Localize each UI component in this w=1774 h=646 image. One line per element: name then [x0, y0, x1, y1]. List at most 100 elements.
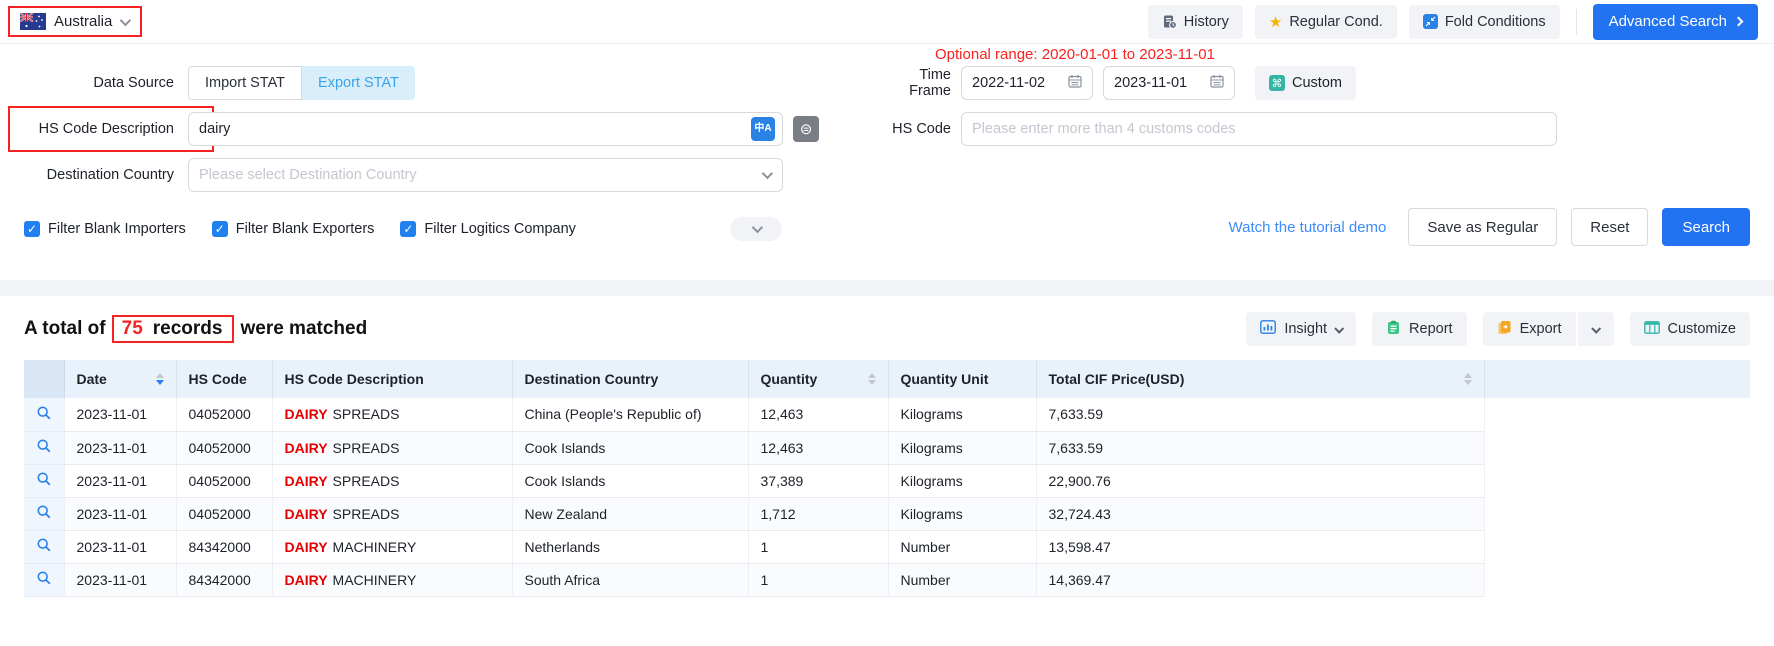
cell-quantity-unit: Kilograms [888, 497, 1036, 530]
customize-label: Customize [1668, 321, 1737, 337]
destination-country-select[interactable]: Please select Destination Country [188, 158, 783, 192]
header-quantity-unit: Quantity Unit [888, 360, 1036, 398]
collapse-conditions-toggle[interactable] [730, 217, 782, 241]
cell-date: 2023-11-01 [64, 398, 176, 431]
regular-cond-label: Regular Cond. [1289, 14, 1383, 30]
region-label: Australia [54, 13, 112, 30]
sort-caret-icons[interactable] [868, 373, 876, 385]
insight-button[interactable]: Insight [1246, 312, 1356, 346]
filters-row: ✓ Filter Blank Importers ✓ Filter Blank … [24, 210, 1750, 248]
header-quantity-label: Quantity [761, 371, 818, 387]
time-frame-block: Time Frame 2022-11-02 2023-11-01 ⌘ Custo… [879, 66, 1356, 100]
insight-bi-icon [1260, 320, 1276, 338]
chevron-down-icon [120, 14, 131, 25]
end-date-value: 2023-11-01 [1114, 75, 1187, 91]
export-icon [1497, 320, 1512, 339]
table-header: Date HS Code HS Code Description Destina… [24, 360, 1750, 398]
checkbox-checked-icon: ✓ [400, 221, 416, 237]
magnifier-icon[interactable] [36, 438, 52, 454]
fuzzy-match-toggle[interactable]: ⊜ [793, 116, 819, 142]
custom-label: Custom [1292, 75, 1342, 91]
summary-suffix: were matched [240, 318, 367, 340]
section-separator [0, 280, 1774, 296]
region-selector[interactable]: Australia [8, 6, 142, 37]
tutorial-demo-link[interactable]: Watch the tutorial demo [1229, 219, 1387, 236]
translate-icon[interactable]: 中A [751, 117, 775, 141]
fold-icon [1423, 14, 1438, 29]
table-row: 2023-11-01 04052000 DAIRYSPREADS China (… [24, 398, 1750, 431]
hs-code-description-wrap: 中A [188, 112, 783, 146]
export-button-group: Export [1483, 312, 1614, 346]
cell-total-cif-price: 32,724.43 [1036, 497, 1484, 530]
cell-hs-code: 84342000 [176, 530, 272, 563]
import-stat-option[interactable]: Import STAT [188, 66, 302, 100]
start-date-input[interactable]: 2022-11-02 [961, 66, 1093, 100]
cell-description: DAIRYMACHINERY [272, 563, 512, 596]
table-row: 2023-11-01 84342000 DAIRYMACHINERY South… [24, 563, 1750, 596]
cell-destination-country: South Africa [512, 563, 748, 596]
end-date-input[interactable]: 2023-11-01 [1103, 66, 1235, 100]
header-quantity[interactable]: Quantity [748, 360, 888, 398]
custom-range-button[interactable]: ⌘ Custom [1255, 66, 1356, 100]
regular-cond-button[interactable]: ★ Regular Cond. [1255, 5, 1397, 39]
custom-icon: ⌘ [1269, 75, 1285, 91]
checkbox-checked-icon: ✓ [24, 221, 40, 237]
table-row: 2023-11-01 04052000 DAIRYSPREADS New Zea… [24, 497, 1750, 530]
export-stat-option[interactable]: Export STAT [302, 66, 415, 100]
magnifier-icon[interactable] [36, 570, 52, 586]
cell-hs-code: 84342000 [176, 563, 272, 596]
reset-button[interactable]: Reset [1571, 208, 1648, 246]
header-total-cif-label: Total CIF Price(USD) [1049, 371, 1185, 387]
sort-caret-icons[interactable] [1464, 373, 1472, 385]
cell-quantity: 12,463 [748, 431, 888, 464]
header-total-cif-price[interactable]: Total CIF Price(USD) [1036, 360, 1484, 398]
chevron-down-icon [762, 168, 773, 179]
fuzzy-match-icon: ⊜ [800, 120, 813, 138]
filter-blank-importers-checkbox[interactable]: ✓ Filter Blank Importers [24, 221, 186, 237]
save-as-regular-button[interactable]: Save as Regular [1408, 208, 1557, 246]
filter-logitics-company-checkbox[interactable]: ✓ Filter Logitics Company [400, 221, 576, 237]
export-dropdown-button[interactable] [1578, 312, 1614, 346]
header-spacer [1484, 360, 1750, 398]
filter-blank-exporters-checkbox[interactable]: ✓ Filter Blank Exporters [212, 221, 375, 237]
magnifier-icon[interactable] [36, 504, 52, 520]
header-action-col [24, 360, 64, 398]
cell-hs-code: 04052000 [176, 398, 272, 431]
cell-date: 2023-11-01 [64, 497, 176, 530]
table-body: 2023-11-01 04052000 DAIRYSPREADS China (… [24, 398, 1750, 596]
hs-code-description-input[interactable] [188, 112, 783, 146]
cell-quantity: 1 [748, 530, 888, 563]
table-row: 2023-11-01 04052000 DAIRYSPREADS Cook Is… [24, 464, 1750, 497]
cell-description: DAIRYSPREADS [272, 497, 512, 530]
history-button[interactable]: History [1148, 5, 1243, 39]
data-source-segmented: Import STAT Export STAT [188, 66, 415, 100]
cell-destination-country: Cook Islands [512, 464, 748, 497]
export-button[interactable]: Export [1483, 312, 1576, 346]
cell-date: 2023-11-01 [64, 530, 176, 563]
advanced-search-button[interactable]: Advanced Search [1593, 4, 1758, 40]
cell-description: DAIRYSPREADS [272, 431, 512, 464]
sort-caret-icons[interactable] [156, 373, 164, 385]
header-date-label: Date [77, 371, 107, 387]
report-label: Report [1409, 321, 1453, 337]
australia-flag-icon [20, 13, 46, 30]
search-button[interactable]: Search [1662, 208, 1750, 246]
data-source-label: Data Source [24, 75, 174, 91]
hs-code-block: HS Code [879, 112, 1557, 146]
magnifier-icon[interactable] [36, 405, 52, 421]
advanced-search-label: Advanced Search [1609, 13, 1727, 30]
chevron-down-icon [752, 222, 763, 233]
hs-code-input[interactable] [961, 112, 1557, 146]
report-button[interactable]: Report [1372, 312, 1467, 346]
fold-conditions-button[interactable]: Fold Conditions [1409, 5, 1560, 39]
header-date[interactable]: Date [64, 360, 176, 398]
history-icon [1162, 14, 1177, 29]
magnifier-icon[interactable] [36, 471, 52, 487]
customize-button[interactable]: Customize [1630, 312, 1751, 346]
chevron-right-icon [1734, 17, 1744, 27]
cell-quantity-unit: Kilograms [888, 398, 1036, 431]
magnifier-icon[interactable] [36, 537, 52, 553]
checkbox-checked-icon: ✓ [212, 221, 228, 237]
cell-destination-country: New Zealand [512, 497, 748, 530]
header-destination-country: Destination Country [512, 360, 748, 398]
